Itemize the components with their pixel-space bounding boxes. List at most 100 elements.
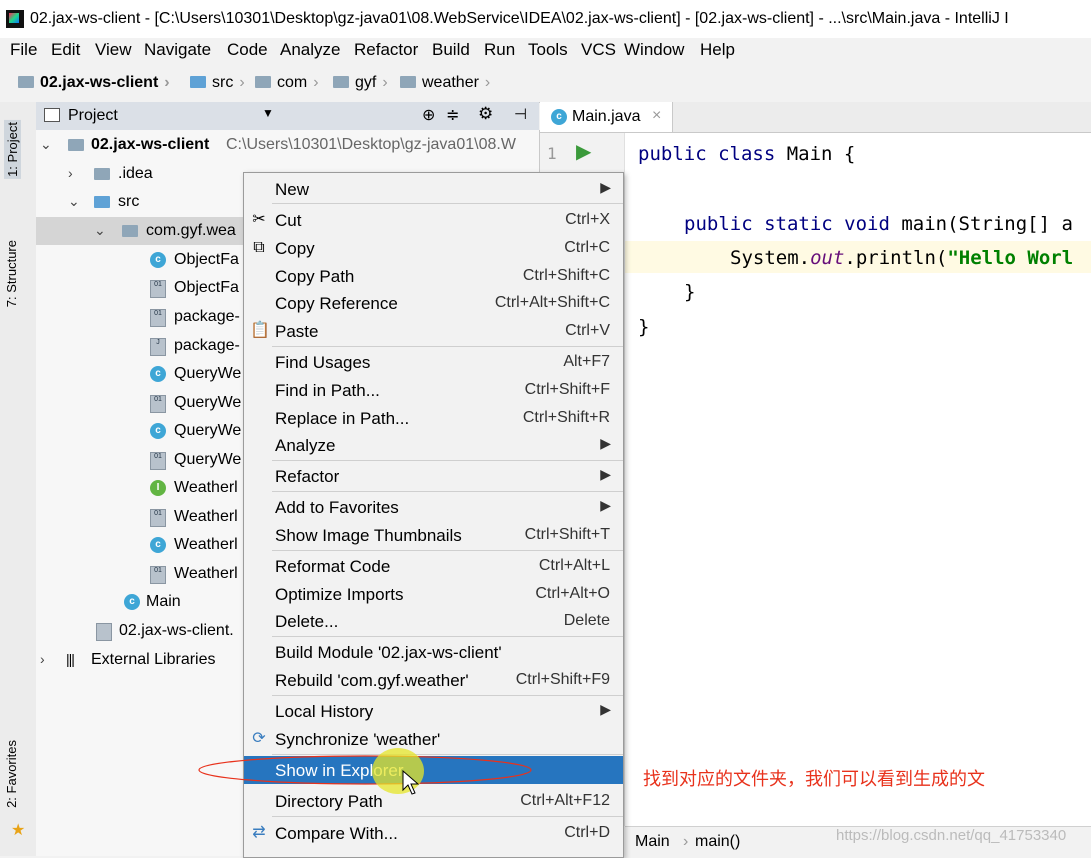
module-folder-icon [18,76,34,88]
submenu-arrow-icon: ▶ [600,179,611,195]
java-file-icon: J [150,338,166,356]
submenu-arrow-icon: ▶ [600,497,611,513]
menu-build[interactable]: Build [432,40,470,60]
tab-project[interactable]: 1: Project [4,120,21,179]
chevron-down-icon[interactable]: ⌄ [40,136,52,153]
tab-main-java[interactable]: c Main.java × [540,102,673,132]
title-bar: 02.jax-ws-client - [C:\Users\10301\Deskt… [0,0,1091,39]
editor-tabs: c Main.java × [540,102,1091,133]
menu-tools[interactable]: Tools [528,40,568,60]
class-file-icon: 01 [150,452,166,470]
dropdown-icon[interactable]: ▼ [262,106,274,120]
class-icon: c [124,594,140,610]
chevron-right-icon[interactable]: › [68,165,73,181]
chevron-right-icon[interactable]: › [40,651,45,667]
chevron-down-icon[interactable]: ⌄ [68,193,80,210]
menu-item-local-history[interactable]: Local History ▶ [244,697,623,725]
menu-separator [272,816,623,817]
menu-item-copy[interactable]: ⧉ Copy Ctrl+C [244,234,623,262]
menu-item-reformat-code[interactable]: Reformat Code Ctrl+Alt+L [244,552,623,580]
class-icon: c [150,252,166,268]
menu-vcs[interactable]: VCS [581,40,616,60]
menu-refactor[interactable]: Refactor [354,40,418,60]
code-line: System.out.println("Hello Worl [730,247,1074,269]
scissors-icon: ✂ [252,211,266,228]
menu-run[interactable]: Run [484,40,515,60]
menu-separator [272,346,623,347]
copy-icon: ⧉ [253,239,265,256]
code-line: public static void main(String[] a [684,213,1073,235]
menu-item-analyze[interactable]: Analyze ▶ [244,431,623,459]
menu-item-copy-path[interactable]: Copy Path Ctrl+Shift+C [244,262,623,290]
menu-item-find-in-path[interactable]: Find in Path... Ctrl+Shift+F [244,376,623,404]
menu-item-copy-reference[interactable]: Copy Reference Ctrl+Alt+Shift+C [244,289,623,317]
run-icon[interactable]: ▶ [576,139,591,164]
project-icon [44,108,60,122]
menu-view[interactable]: View [95,40,132,60]
tool-window-strip: 1: Project 7: Structure 2: Favorites ★ [0,102,37,856]
sync-icon: ⟳ [252,730,266,747]
breadcrumb-src[interactable]: src › [190,74,251,92]
package-icon [333,76,349,88]
watermark: https://blog.csdn.net/qq_41753340 [836,827,1067,844]
code-line: } [684,281,696,303]
locate-icon[interactable]: ⊕ [422,105,435,125]
menu-bar: File Edit View Navigate Code Analyze Ref… [0,38,1091,66]
menu-item-delete[interactable]: Delete... Delete [244,607,623,635]
tab-favorites[interactable]: 2: Favorites [4,740,19,808]
package-icon [255,76,271,88]
class-file-icon: 01 [150,309,166,327]
hide-icon[interactable]: ⊣ [514,105,527,123]
collapse-icon[interactable]: ≑ [446,105,459,125]
menu-file[interactable]: File [10,40,37,60]
menu-separator [272,460,623,461]
menu-code[interactable]: Code [227,40,268,60]
breadcrumb-project[interactable]: 02.jax-ws-client › [18,74,176,92]
gear-icon[interactable]: ⚙ [478,104,493,124]
menu-item-optimize-imports[interactable]: Optimize Imports Ctrl+Alt+O [244,580,623,608]
tab-structure[interactable]: 7: Structure [4,240,19,307]
libraries-icon: ||| [66,651,75,667]
breadcrumb: 02.jax-ws-client › src › com › gyf › weather… [0,66,1091,103]
menu-item-rebuild[interactable]: Rebuild 'com.gyf.weather' Ctrl+Shift+F9 [244,666,623,694]
class-icon: c [551,109,567,125]
package-icon [122,225,138,237]
menu-item-compare-with[interactable]: ⇄ Compare With... Ctrl+D [244,819,623,847]
menu-navigate[interactable]: Navigate [144,40,211,60]
menu-window[interactable]: Window [624,40,684,60]
menu-edit[interactable]: Edit [51,40,80,60]
menu-item-add-to-favorites[interactable]: Add to Favorites ▶ [244,493,623,521]
menu-separator [272,203,623,204]
breadcrumb-gyf[interactable]: gyf › [333,74,394,92]
menu-item-find-usages[interactable]: Find Usages Alt+F7 [244,348,623,376]
menu-separator [272,636,623,637]
chevron-down-icon[interactable]: ⌄ [94,222,106,239]
class-icon: c [150,366,166,382]
project-view-selector[interactable]: Project [68,107,118,125]
menu-item-paste[interactable]: 📋 Paste Ctrl+V [244,317,623,345]
code-editor[interactable]: public class Main { public static void m… [625,133,1091,826]
submenu-arrow-icon: ▶ [600,701,611,717]
tree-item-root[interactable]: ⌄ 02.jax-ws-client C:\Users\10301\Deskto… [36,131,539,159]
intellij-logo-icon [6,10,24,28]
menu-help[interactable]: Help [700,40,735,60]
menu-item-new[interactable]: New ▶ [244,175,623,203]
menu-item-show-image-thumbnails[interactable]: Show Image Thumbnails Ctrl+Shift+T [244,521,623,549]
menu-analyze[interactable]: Analyze [280,40,340,60]
class-file-icon: 01 [150,566,166,584]
menu-separator [272,550,623,551]
breadcrumb-weather[interactable]: weather › [400,74,496,92]
menu-item-replace-in-path[interactable]: Replace in Path... Ctrl+Shift+R [244,404,623,432]
class-file-icon: 01 [150,509,166,527]
menu-separator [272,695,623,696]
paste-icon: 📋 [250,322,270,339]
breadcrumb-com[interactable]: com › [255,74,325,92]
menu-item-build-module[interactable]: Build Module '02.jax-ws-client' [244,638,623,666]
close-icon[interactable]: × [652,107,661,125]
menu-item-cut[interactable]: ✂ Cut Ctrl+X [244,206,623,234]
class-icon: c [150,423,166,439]
compare-icon: ⇄ [252,824,266,841]
source-folder-icon [94,196,110,208]
menu-item-refactor[interactable]: Refactor ▶ [244,462,623,490]
annotation-ellipse [198,755,532,785]
